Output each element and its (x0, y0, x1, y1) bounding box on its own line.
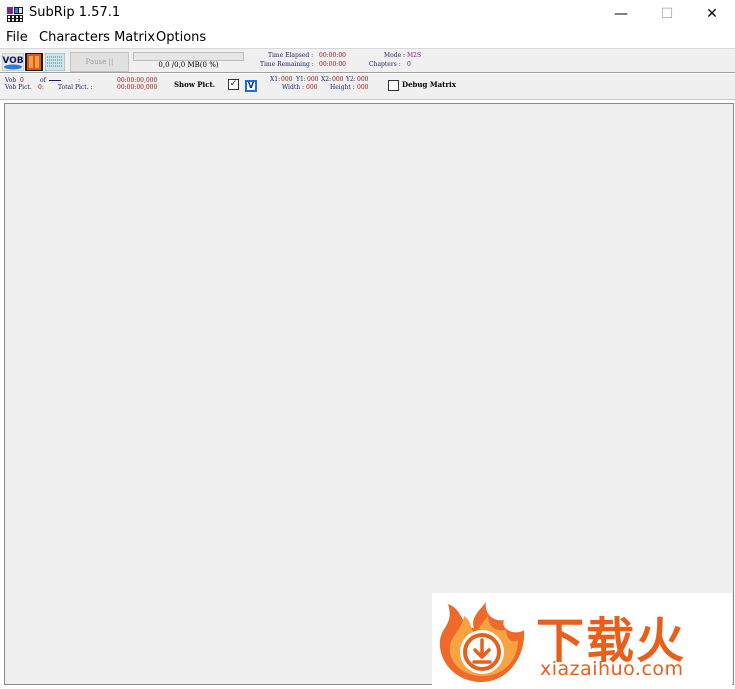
x2-value: 000 (332, 76, 344, 83)
debug-matrix-label: Debug Matrix (402, 80, 456, 89)
info-bar: Vob 0 Vob Pict. 0: of : Total Pict. : 00… (0, 74, 735, 100)
menu-characters-matrix[interactable]: Characters Matrix (39, 30, 155, 45)
vob-pict-label: Vob Pict. (5, 84, 32, 91)
total-pict-label: Total Pict. : (58, 84, 93, 91)
minimize-button[interactable]: — (598, 0, 644, 28)
of-label: of (40, 77, 46, 84)
vob-value: 0 (20, 77, 24, 84)
width-value: 000 (306, 84, 318, 91)
toolbar: VOB Pause || 0,0 /0,0 MB(0 %) Time Elaps… (0, 48, 735, 73)
mode-label: Mode : (384, 52, 406, 59)
watermark-logo: 下载火 xiazaihuo.com (432, 593, 732, 689)
v-checkbox[interactable]: V (245, 80, 257, 92)
x2-label: X2: (321, 76, 332, 83)
time-elapsed-value: 00:00:00 (319, 52, 346, 59)
height-value: 000 (357, 84, 369, 91)
chapters-value: 0 (407, 61, 411, 68)
vob-open-icon[interactable]: VOB (2, 53, 24, 71)
menu-bar: File Characters Matrix Options (0, 29, 735, 48)
menu-options[interactable]: Options (156, 30, 206, 45)
time-elapsed-label: Time Elapsed : (268, 52, 314, 59)
y2-value: 000 (357, 76, 369, 83)
pause-button[interactable]: Pause || (70, 52, 129, 72)
progress-text: 0,0 /0,0 MB(0 %) (158, 61, 219, 69)
debug-matrix-checkbox[interactable] (388, 80, 399, 91)
maximize-button[interactable]: ☐ (644, 0, 690, 28)
flame-logo-icon (439, 602, 525, 682)
y1-value: 000 (307, 76, 319, 83)
width-label: Width : (282, 84, 305, 91)
time-remaining-value: 00:00:00 (319, 61, 346, 68)
characters-matrix-icon[interactable] (45, 53, 65, 71)
close-button[interactable]: ✕ (689, 0, 735, 28)
of-colon: : (78, 77, 81, 84)
chapters-label: Chapters : (369, 61, 401, 68)
watermark-site-text: xiazaihuo.com (540, 658, 684, 680)
time-remaining-label: Time Remaining : (260, 61, 314, 68)
mode-value: M2S (407, 52, 422, 59)
vob-pict-value: 0: (38, 84, 44, 91)
x1-label: X1: (270, 76, 281, 83)
menu-file[interactable]: File (6, 30, 28, 45)
subrip-app-icon (7, 6, 23, 22)
title-bar: SubRip 1.57.1 — ☐ ✕ (0, 0, 735, 28)
window-title: SubRip 1.57.1 (29, 5, 121, 20)
of-dash (49, 80, 61, 81)
start-time-value: 00:00:00,000 (117, 77, 158, 84)
vob-icon-text: VOB (2, 56, 23, 66)
show-pict-label: Show Pict. (174, 80, 216, 89)
show-pict-checkbox[interactable]: ✓ (228, 79, 239, 90)
end-time-value: 00:00:00,000 (117, 84, 158, 91)
y1-label: Y1: (296, 76, 306, 83)
height-label: Height : (330, 84, 355, 91)
progress-bar (133, 52, 244, 61)
x1-value: 000 (281, 76, 293, 83)
film-icon[interactable] (25, 53, 43, 71)
vob-label: Vob (5, 77, 17, 84)
y2-label: Y2: (346, 76, 356, 83)
